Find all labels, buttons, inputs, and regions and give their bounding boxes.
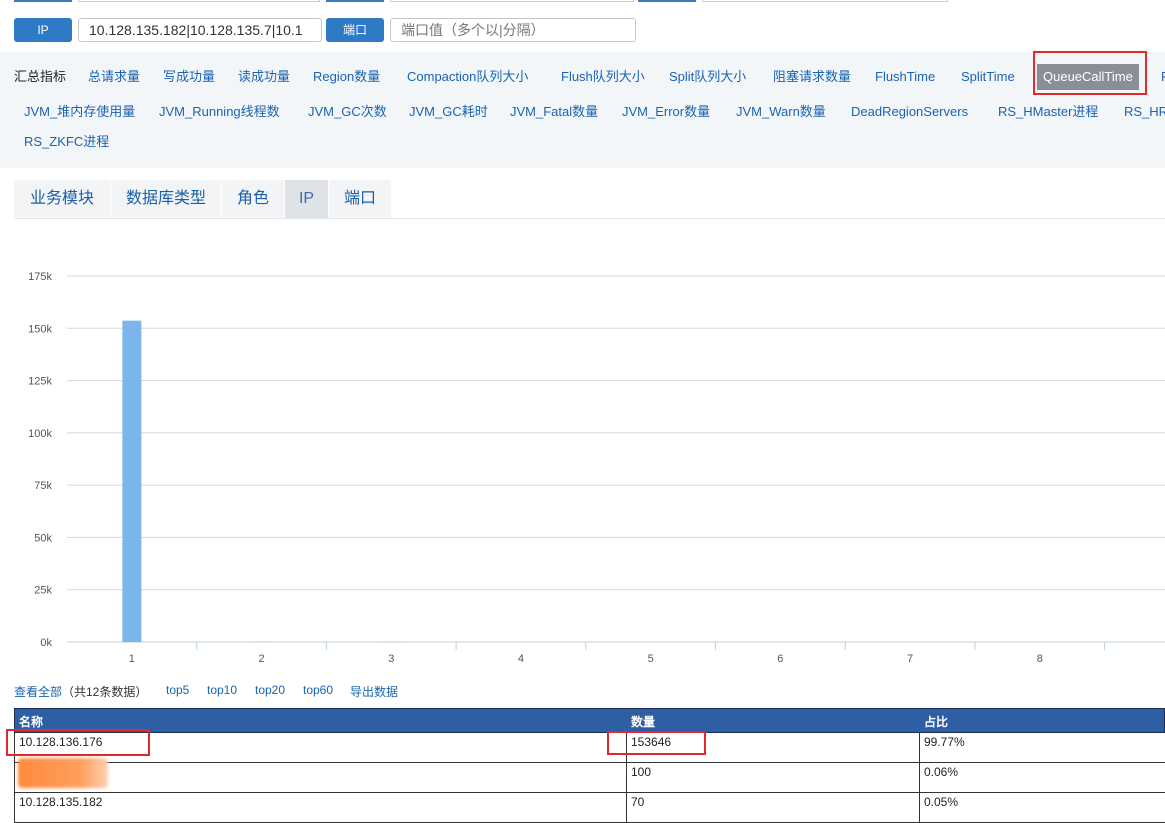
metric-total-requests[interactable]: 总请求量 [88, 65, 140, 89]
x-tick-label: 5 [648, 653, 654, 665]
x-tick-label: 3 [388, 653, 394, 665]
metrics-row-1: 汇总指标 总请求量 写成功量 读成功量 Region数量 Compaction队… [0, 65, 1165, 89]
x-tick-label: 4 [518, 653, 524, 665]
table-row[interactable]: 10.128.136.176 153646 99.77% [14, 733, 1165, 763]
cutoff-control [14, 0, 72, 2]
y-tick-label: 150k [28, 323, 52, 335]
port-filter-input[interactable]: 端口值（多个以|分隔） [390, 18, 636, 42]
cutoff-control [326, 0, 384, 2]
redaction-mark [18, 758, 108, 788]
cell-name: 10.128.135.182 [14, 793, 626, 822]
metric-flush-time[interactable]: FlushTime [875, 65, 935, 89]
y-tick-label: 75k [34, 480, 52, 492]
x-tick-label: 8 [1037, 653, 1043, 665]
metric-jvm-heap[interactable]: JVM_堆内存使用量 [24, 100, 135, 124]
y-tick-label: 0k [40, 637, 52, 649]
record-count: （共12条数据） [62, 683, 147, 700]
cutoff-control [78, 0, 320, 2]
highlight-box-metric [1033, 51, 1147, 95]
header-count: 数量 [627, 709, 655, 732]
x-tick-label: 6 [777, 653, 783, 665]
metric-split-time[interactable]: SplitTime [961, 65, 1015, 89]
tab-db-type[interactable]: 数据库类型 [111, 180, 222, 218]
metric-jvm-error[interactable]: JVM_Error数量 [622, 100, 710, 124]
cutoff-control [638, 0, 696, 2]
metric-jvm-gc-time[interactable]: JVM_GC耗时 [409, 100, 488, 124]
metric-blocked-requests[interactable]: 阻塞请求数量 [773, 65, 851, 89]
cell-percent: 0.05% [919, 793, 1165, 822]
metric-region-count[interactable]: Region数量 [313, 65, 380, 89]
top5-link[interactable]: top5 [166, 683, 189, 697]
cell-count: 100 [626, 763, 919, 792]
highlight-box-name [6, 729, 150, 756]
y-tick-label: 175k [28, 271, 52, 283]
cutoff-control [390, 0, 634, 2]
port-filter-button[interactable]: 端口 [326, 18, 384, 42]
metric-read-success[interactable]: 读成功量 [238, 65, 290, 89]
table-row[interactable]: 10.128.135.182 70 0.05% [14, 793, 1165, 823]
tab-underline [14, 218, 1165, 219]
y-tick-label: 100k [28, 428, 52, 440]
x-tick-label: 7 [907, 653, 913, 665]
metric-dead-region-servers[interactable]: DeadRegionServers [851, 100, 968, 124]
top60-link[interactable]: top60 [303, 683, 333, 697]
metric-flush-queue[interactable]: Flush队列大小 [561, 65, 645, 89]
table-row[interactable]: 1 100 0.06% [14, 763, 1165, 793]
metric-jvm-gc-count[interactable]: JVM_GC次数 [308, 100, 387, 124]
metric-rs-zkfc[interactable]: RS_ZKFC进程 [24, 130, 109, 154]
metric-split-queue[interactable]: Split队列大小 [669, 65, 746, 89]
metric-summary[interactable]: 汇总指标 [14, 65, 66, 89]
metric-cutoff[interactable]: F [1161, 65, 1165, 89]
cell-count: 70 [626, 793, 919, 822]
cell-percent: 99.77% [919, 733, 1165, 762]
metric-jvm-fatal[interactable]: JVM_Fatal数量 [510, 100, 598, 124]
y-tick-label: 25k [34, 585, 52, 597]
metrics-panel: 汇总指标 总请求量 写成功量 读成功量 Region数量 Compaction队… [0, 52, 1165, 168]
metric-jvm-warn[interactable]: JVM_Warn数量 [736, 100, 826, 124]
ip-filter-input[interactable]: 10.128.135.182|10.128.135.7|10.1 [78, 18, 322, 42]
metrics-row-3: RS_ZKFC进程 [0, 130, 200, 154]
header-percent: 占比 [920, 709, 948, 732]
table-header: 名称 数量 占比 [14, 708, 1165, 733]
bar-chart: 0k 25k 50k 75k 100k 125k 150k 175k 1 2 3 4 5 6 7 8 [0, 230, 1165, 670]
metric-compaction-queue[interactable]: Compaction队列大小 [407, 65, 528, 89]
metric-jvm-running-threads[interactable]: JVM_Running线程数 [159, 100, 280, 124]
highlight-box-count [607, 731, 706, 755]
y-tick-label: 125k [28, 376, 52, 388]
y-tick-label: 50k [34, 532, 52, 544]
top20-link[interactable]: top20 [255, 683, 285, 697]
tab-role[interactable]: 角色 [222, 180, 285, 218]
metrics-row-2: JVM_堆内存使用量 JVM_Running线程数 JVM_GC次数 JVM_G… [0, 100, 1165, 124]
top10-link[interactable]: top10 [207, 683, 237, 697]
metric-rs-hr[interactable]: RS_HR [1124, 100, 1165, 124]
x-tick-label: 2 [258, 653, 264, 665]
tab-ip[interactable]: IP [285, 180, 329, 218]
tab-business-module[interactable]: 业务模块 [14, 180, 111, 218]
tab-port[interactable]: 端口 [329, 180, 392, 218]
cutoff-control [702, 0, 948, 2]
view-all-link[interactable]: 查看全部 [14, 683, 62, 700]
metric-write-success[interactable]: 写成功量 [163, 65, 215, 89]
ip-filter-button[interactable]: IP [14, 18, 72, 42]
export-data-link[interactable]: 导出数据 [350, 683, 398, 700]
chart-bar [122, 321, 141, 642]
cell-percent: 0.06% [919, 763, 1165, 792]
metric-rs-hmaster[interactable]: RS_HMaster进程 [998, 100, 1098, 124]
x-tick-label: 1 [129, 653, 135, 665]
